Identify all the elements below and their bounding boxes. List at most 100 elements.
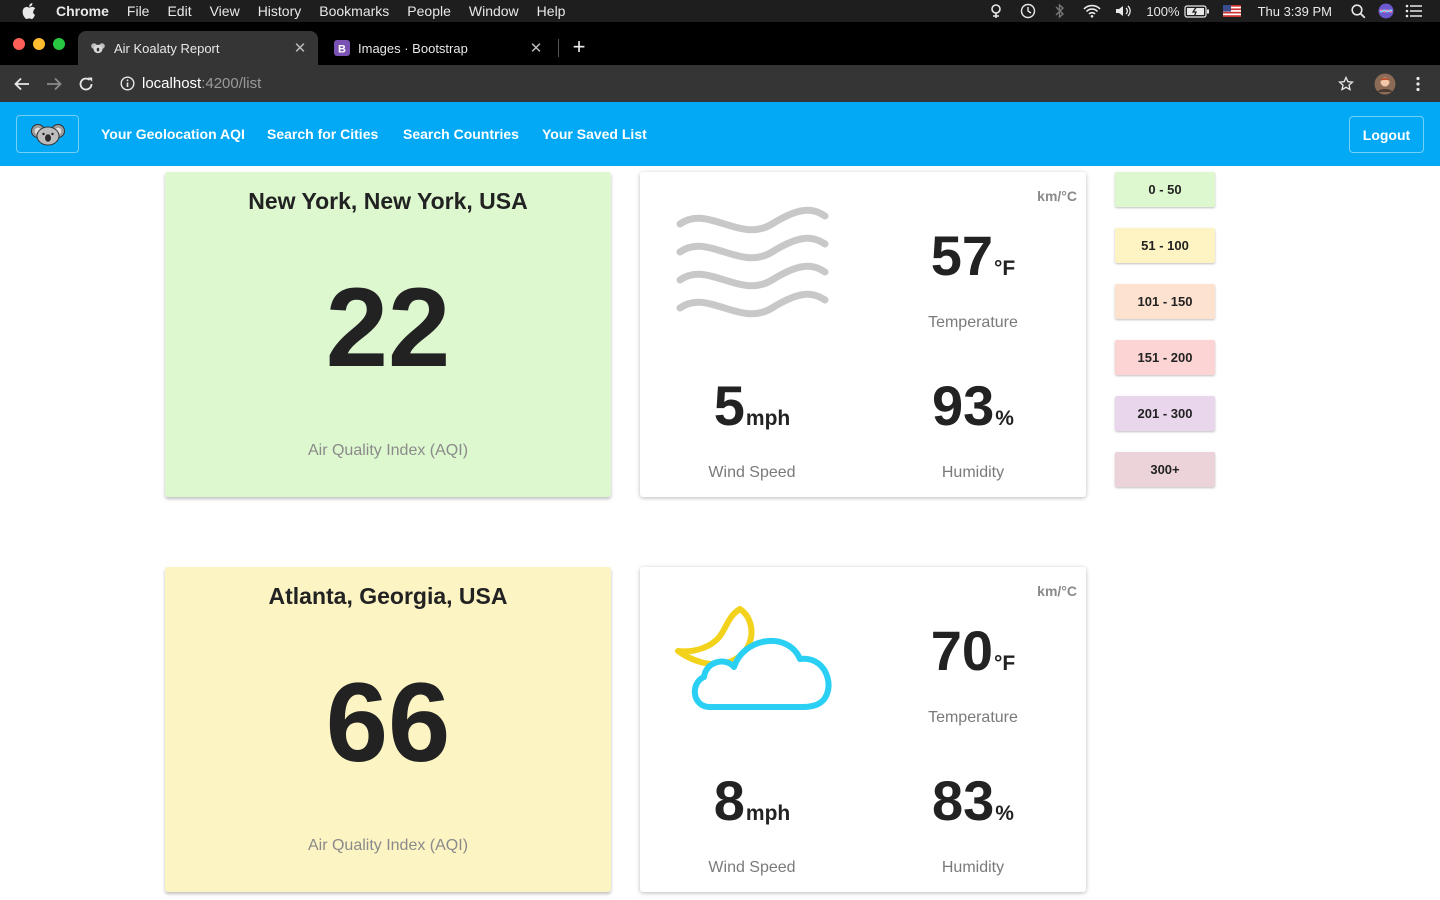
close-tab-icon[interactable]: ✕ [528,40,544,57]
tab-images-bootstrap[interactable]: B Images · Bootstrap ✕ [322,31,554,65]
nav-search-cities[interactable]: Search for Cities [267,126,378,142]
notification-center-icon[interactable] [1404,3,1424,19]
temperature-label: Temperature [928,314,1018,331]
aqi-label: Air Quality Index (AQI) [307,442,469,459]
menu-help[interactable]: Help [537,3,566,19]
close-window-button[interactable] [13,38,25,50]
aqi-value: 22 [325,265,451,390]
app-navbar: Your Geolocation AQI Search for Cities S… [0,102,1440,166]
wind-speed-unit: mph [745,802,791,825]
bookmark-star-icon[interactable] [1335,73,1357,95]
wind-speed-stat: 8mph Wind Speed [652,771,852,877]
wind-speed-value: 5 [713,374,745,437]
tab-title: Air Koalaty Report [114,40,220,56]
bluetooth-icon[interactable] [1050,3,1070,19]
humidity-unit: % [995,802,1014,825]
menu-app-name[interactable]: Chrome [56,3,109,19]
aqi-label: Air Quality Index (AQI) [307,837,469,854]
browser-tab-strip: Air Koalaty Report ✕ B Images · Bootstra… [0,22,1440,65]
aqi-card: Atlanta, Georgia, USA 66 Air Quality Ind… [165,567,611,892]
legend-hazardous: 300+ [1115,452,1215,487]
humidity-label: Humidity [941,464,1005,481]
city-name: New York, New York, USA [248,188,528,214]
us-flag-icon[interactable] [1222,3,1242,19]
temperature-unit: °F [994,652,1016,675]
tab-divider [558,39,559,57]
menu-bookmarks[interactable]: Bookmarks [319,3,389,19]
logout-button[interactable]: Logout [1349,116,1424,153]
minimize-window-button[interactable] [33,38,45,50]
svg-text:B: B [338,43,346,55]
time-machine-icon[interactable] [1018,3,1038,19]
menu-view[interactable]: View [210,3,240,19]
temperature-value: 70 [930,619,994,682]
humidity-value: 83 [932,769,995,832]
menubar-clock[interactable]: Thu 3:39 PM [1258,4,1332,19]
temperature-label: Temperature [928,709,1018,726]
window-controls [13,38,73,50]
battery-percent: 100% [1146,3,1180,19]
apple-icon[interactable] [18,0,40,22]
humidity-unit: % [995,407,1014,430]
spotlight-search-icon[interactable] [1348,3,1368,19]
humidity-value: 93 [932,374,995,437]
macos-menubar: Chrome File Edit View History Bookmarks … [0,0,1440,22]
new-tab-button[interactable]: + [569,36,589,58]
legend-moderate: 51 - 100 [1115,228,1215,263]
wind-speed-label: Wind Speed [708,859,796,876]
wind-speed-stat: 5mph Wind Speed [652,376,852,482]
temperature-stat: 57°F Temperature [873,226,1073,332]
back-button[interactable] [11,73,33,95]
weather-card: km/°C 70°F Temperature 8mph Wind Speed 8… [640,567,1086,892]
profile-avatar[interactable] [1374,73,1396,95]
menu-window[interactable]: Window [469,3,519,19]
forward-button[interactable] [43,73,65,95]
nav-search-countries[interactable]: Search Countries [403,126,519,142]
reload-button[interactable] [75,73,97,95]
wifi-icon[interactable] [1082,3,1102,19]
koala-logo-icon [30,124,65,146]
legend-good: 0 - 50 [1115,172,1215,207]
browser-toolbar: localhost:4200/list [0,65,1440,102]
bootstrap-icon: B [334,40,350,56]
menu-file[interactable]: File [127,3,150,19]
legend-very-unhealthy: 201 - 300 [1115,396,1215,431]
wind-icon [670,202,840,322]
volume-icon[interactable] [1114,3,1134,19]
close-tab-icon[interactable]: ✕ [292,40,308,57]
brand-logo-button[interactable] [16,115,79,153]
temperature-unit: °F [994,257,1016,280]
battery-icon[interactable] [1183,3,1210,19]
humidity-label: Humidity [941,859,1005,876]
extension-icon[interactable] [986,3,1006,19]
units-toggle[interactable]: km/°C [1037,583,1077,599]
humidity-stat: 83% Humidity [873,771,1073,877]
wind-speed-unit: mph [745,407,791,430]
units-toggle[interactable]: km/°C [1037,188,1077,204]
address-bar[interactable]: localhost:4200/list [112,69,1372,98]
browser-menu-icon[interactable] [1407,73,1429,95]
menu-people[interactable]: People [407,3,451,19]
tab-title: Images · Bootstrap [358,40,468,56]
url-host: localhost [142,75,202,92]
nav-geolocation-aqi[interactable]: Your Geolocation AQI [101,126,245,142]
url-text[interactable]: localhost:4200/list [142,75,261,92]
zoom-window-button[interactable] [53,38,65,50]
siri-icon[interactable] [1376,3,1396,19]
aqi-card: New York, New York, USA 22 Air Quality I… [165,172,611,497]
menu-edit[interactable]: Edit [167,3,191,19]
legend-unhealthy-sensitive: 101 - 150 [1115,284,1215,319]
tab-air-koalaty-report[interactable]: Air Koalaty Report ✕ [78,31,318,65]
site-info-icon[interactable] [118,75,136,93]
moon-cloud-icon [670,597,840,717]
url-path: :4200/list [201,75,262,92]
menu-history[interactable]: History [258,3,302,19]
city-name: Atlanta, Georgia, USA [268,583,508,609]
legend-unhealthy: 151 - 200 [1115,340,1215,375]
humidity-stat: 93% Humidity [873,376,1073,482]
wind-speed-value: 8 [713,769,745,832]
nav-saved-list[interactable]: Your Saved List [542,126,647,142]
aqi-value: 66 [325,660,451,785]
weather-card: km/°C 57°F Temperature 5mph Wind Speed 9… [640,172,1086,497]
temperature-value: 57 [930,224,994,287]
